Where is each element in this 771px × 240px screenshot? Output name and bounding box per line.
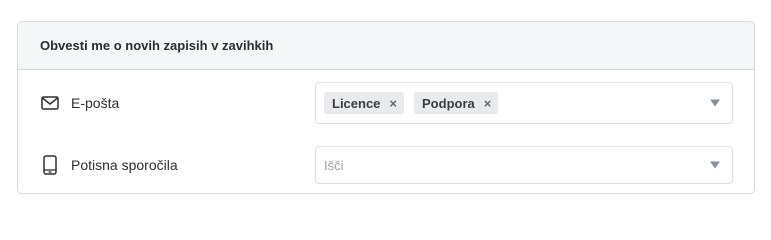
remove-chip-icon[interactable]: × bbox=[389, 97, 397, 110]
notification-settings-card: Obvesti me o novih zapisih v zavihkih E-… bbox=[17, 21, 755, 194]
card-header: Obvesti me o novih zapisih v zavihkih bbox=[18, 22, 754, 70]
chip-label: Podpora bbox=[422, 95, 475, 111]
dropdown-caret-icon[interactable] bbox=[710, 99, 720, 107]
push-tabs-select[interactable]: Išči bbox=[315, 146, 733, 184]
email-label-group: E-pošta bbox=[18, 93, 315, 113]
chip-podpora: Podpora × bbox=[414, 92, 499, 114]
email-label: E-pošta bbox=[71, 95, 120, 111]
chip-licence: Licence × bbox=[324, 92, 405, 114]
mobile-phone-icon bbox=[40, 155, 60, 175]
remove-chip-icon[interactable]: × bbox=[484, 97, 492, 110]
search-placeholder[interactable]: Išči bbox=[324, 158, 344, 173]
push-label-group: Potisna sporočila bbox=[18, 155, 315, 175]
email-tabs-select[interactable]: Licence × Podpora × bbox=[315, 82, 733, 124]
dropdown-caret-icon[interactable] bbox=[710, 161, 720, 169]
email-row: E-pošta Licence × Podpora × bbox=[18, 82, 754, 124]
push-row: Potisna sporočila Išči bbox=[18, 146, 754, 184]
card-title: Obvesti me o novih zapisih v zavihkih bbox=[40, 38, 274, 53]
push-label: Potisna sporočila bbox=[71, 157, 178, 173]
envelope-icon bbox=[40, 93, 60, 113]
chip-label: Licence bbox=[332, 95, 381, 111]
